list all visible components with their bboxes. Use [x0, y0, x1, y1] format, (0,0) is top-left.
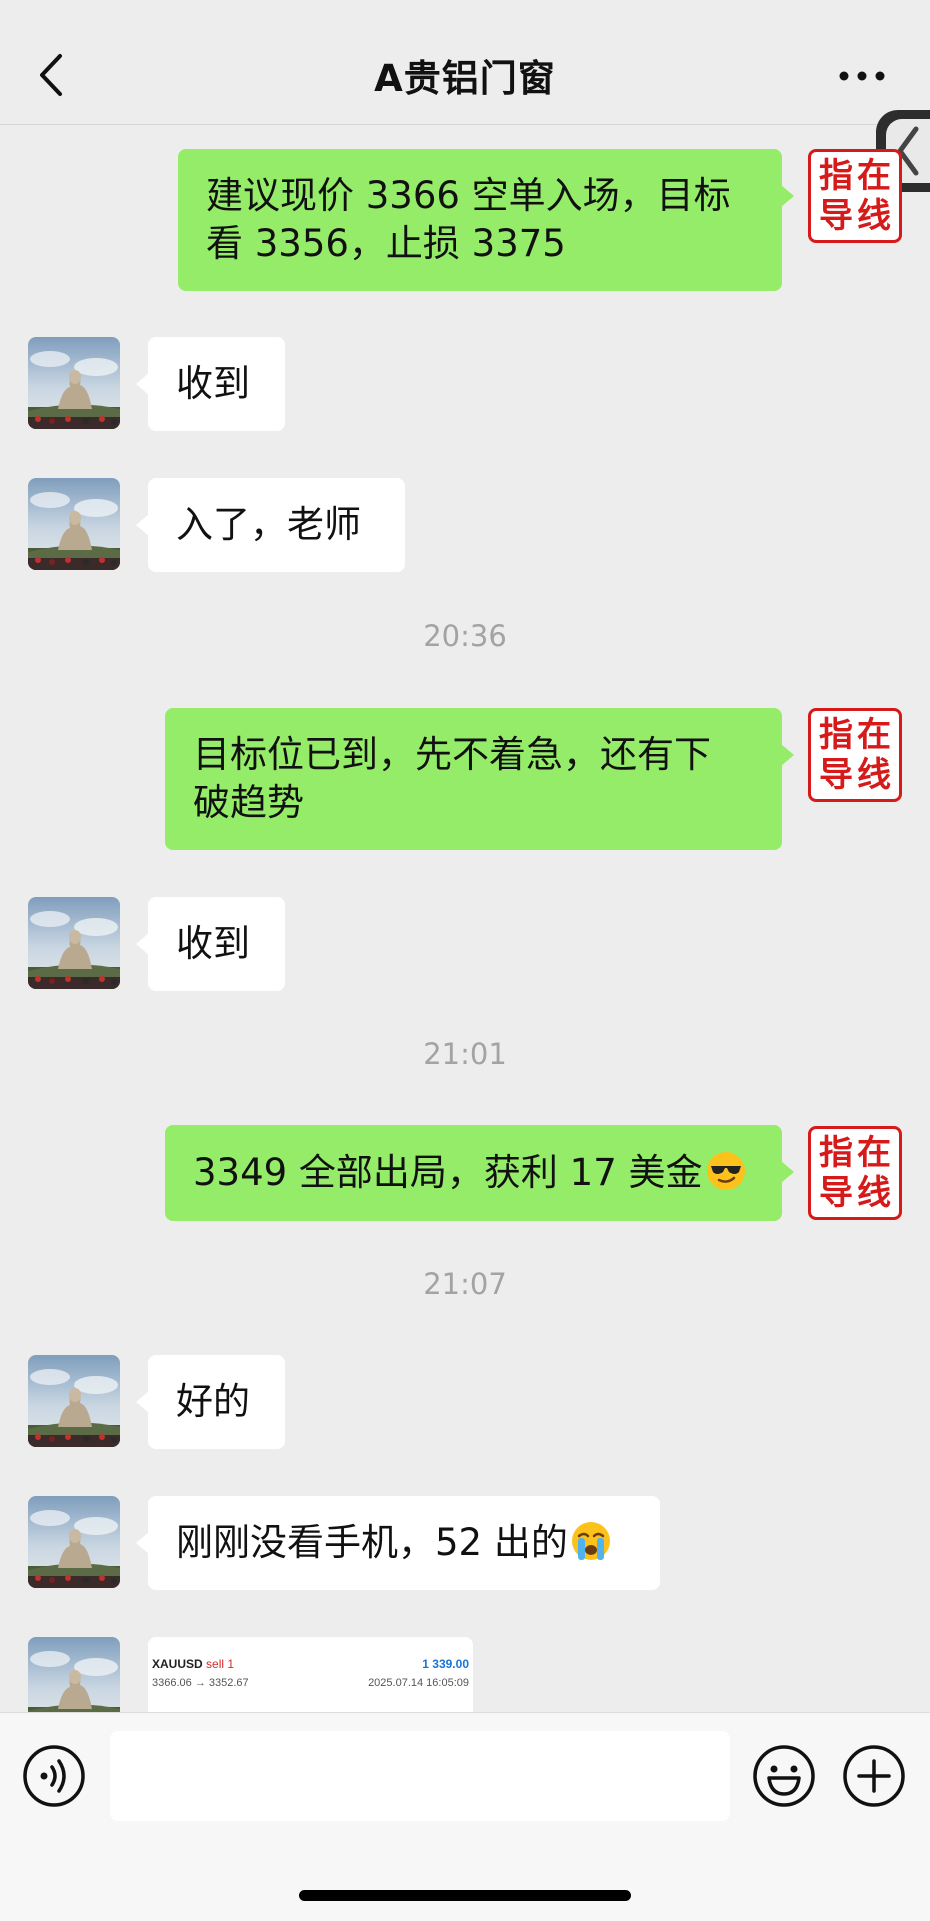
statue-photo-icon — [28, 1355, 120, 1447]
more-horizontal-icon — [839, 71, 885, 81]
avatar-char: 导 — [819, 755, 853, 795]
message-input[interactable] — [110, 1731, 730, 1821]
outgoing-message-bubble[interactable]: 目标位已到，先不着急，还有下 破趋势 — [165, 708, 794, 850]
message-text: 收到 — [176, 922, 250, 965]
message-text: 收到 — [176, 362, 250, 405]
outgoing-message-bubble[interactable]: 3349 全部出局，获利 17 美金 — [165, 1125, 794, 1221]
sender-avatar-user[interactable] — [28, 897, 120, 989]
more-button[interactable] — [838, 68, 888, 84]
statue-photo-icon — [28, 478, 120, 570]
sender-avatar-user[interactable] — [28, 1496, 120, 1588]
outgoing-message-bubble[interactable]: 建议现价 3366 空单入场，目标 看 3356，止损 3375 — [178, 149, 794, 291]
incoming-message-bubble[interactable]: 收到 — [136, 337, 285, 431]
sender-avatar-user[interactable] — [28, 337, 120, 429]
statue-photo-icon — [28, 337, 120, 429]
avatar-char: 线 — [857, 1173, 891, 1213]
message-list[interactable]: 建议现价 3366 空单入场，目标 看 3356，止损 3375 指 在 导 线… — [0, 125, 930, 1712]
incoming-message-bubble[interactable]: 好的 — [136, 1355, 285, 1449]
statue-photo-icon — [28, 897, 120, 989]
incoming-message-bubble[interactable]: 入了，老师 — [136, 478, 405, 572]
message-text: 好的 — [176, 1380, 250, 1423]
more-actions-button[interactable] — [842, 1744, 906, 1808]
message-line: 看 3356，止损 3375 — [206, 222, 566, 265]
trade-profit: 1 339.00 — [422, 1657, 469, 1671]
timestamp: 21:07 — [423, 1267, 507, 1301]
avatar-char: 指 — [819, 156, 853, 196]
input-bar — [0, 1712, 930, 1921]
sender-avatar-user[interactable] — [28, 1637, 120, 1712]
emoji-icon — [753, 1745, 815, 1807]
sender-avatar-teacher[interactable]: 指 在 导 线 — [808, 149, 902, 243]
message-text: 入了，老师 — [176, 503, 361, 546]
voice-icon — [23, 1745, 85, 1807]
message-text: 3349 全部出局，获利 17 美金 — [193, 1151, 703, 1194]
avatar-char: 在 — [857, 1133, 891, 1173]
chat-title: A贵铝门窗 — [374, 57, 556, 100]
plus-icon — [843, 1745, 905, 1807]
avatar-char: 线 — [857, 196, 891, 236]
message-line: 目标位已到，先不着急，还有下 — [193, 733, 711, 776]
timestamp: 21:01 — [423, 1037, 507, 1071]
incoming-message-bubble[interactable]: 刚刚没看手机，52 出的 — [136, 1496, 660, 1590]
avatar-char: 在 — [857, 715, 891, 755]
trade-record-image[interactable]: XAUUSD sell 1 1 339.00 3366.06 → 3352.67… — [148, 1637, 473, 1712]
emoji-button[interactable] — [752, 1744, 816, 1808]
message-line: 破趋势 — [193, 781, 304, 824]
avatar-char: 在 — [857, 156, 891, 196]
incoming-message-bubble[interactable]: 收到 — [136, 897, 285, 991]
trade-direction: sell 1 — [206, 1657, 235, 1671]
trade-symbol-text: XAUUSD — [152, 1657, 203, 1671]
avatar-char: 导 — [819, 196, 853, 236]
voice-button[interactable] — [22, 1744, 86, 1808]
chat-header: A贵铝门窗 — [0, 0, 930, 125]
sunglasses-face-icon — [706, 1152, 745, 1190]
avatar-char: 导 — [819, 1173, 853, 1213]
avatar-char: 指 — [819, 1133, 853, 1173]
sender-avatar-teacher[interactable]: 指 在 导 线 — [808, 1126, 902, 1220]
timestamp: 20:36 — [423, 619, 507, 653]
message-line: 建议现价 3366 空单入场，目标 — [206, 174, 731, 217]
crying-face-icon — [571, 1522, 610, 1560]
home-indicator — [299, 1890, 631, 1901]
sender-avatar-user[interactable] — [28, 1355, 120, 1447]
statue-photo-icon — [28, 1496, 120, 1588]
avatar-char: 指 — [819, 715, 853, 755]
trade-time: 2025.07.14 16:05:09 — [368, 1677, 469, 1689]
statue-photo-icon — [28, 1637, 120, 1712]
sender-avatar-user[interactable] — [28, 478, 120, 570]
message-text: 刚刚没看手机，52 出的 — [176, 1521, 568, 1564]
trade-prices: 3366.06 → 3352.67 — [152, 1677, 249, 1689]
sender-avatar-teacher[interactable]: 指 在 导 线 — [808, 708, 902, 802]
trade-symbol: XAUUSD sell 1 — [152, 1657, 234, 1671]
avatar-char: 线 — [857, 755, 891, 795]
